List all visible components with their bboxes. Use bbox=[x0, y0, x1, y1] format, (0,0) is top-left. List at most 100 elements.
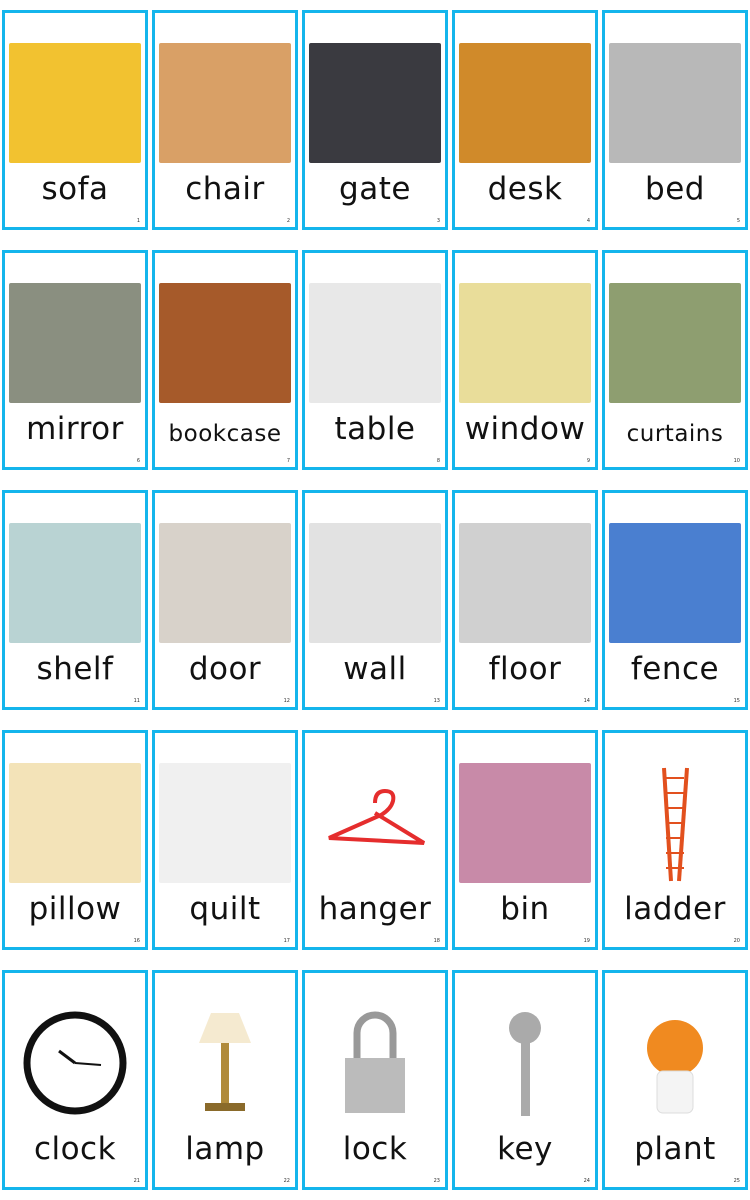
plant-image bbox=[609, 1003, 741, 1123]
card-number: 3 bbox=[436, 218, 440, 224]
card-number: 7 bbox=[286, 458, 290, 464]
flashcard-quilt: quilt 17 bbox=[152, 730, 298, 950]
card-word: table bbox=[334, 411, 416, 447]
flashcard-shelf: shelf 11 bbox=[2, 490, 148, 710]
clock-image bbox=[9, 1003, 141, 1123]
card-word: window bbox=[464, 411, 586, 447]
flashcard-floor: floor 14 bbox=[452, 490, 598, 710]
card-number: 6 bbox=[136, 458, 140, 464]
ladder-image bbox=[609, 763, 741, 883]
card-number: 1 bbox=[136, 218, 140, 224]
bookcase-image bbox=[159, 283, 291, 403]
card-number: 17 bbox=[283, 938, 290, 944]
card-word: floor bbox=[488, 651, 562, 687]
mirror-image bbox=[9, 283, 141, 403]
flashcard-ladder: ladder 20 bbox=[602, 730, 748, 950]
flashcard-hanger: hanger 18 bbox=[302, 730, 448, 950]
card-number: 13 bbox=[433, 698, 440, 704]
flashcard-desk: desk 4 bbox=[452, 10, 598, 230]
card-number: 15 bbox=[733, 698, 740, 704]
flashcard-lamp: lamp 22 bbox=[152, 970, 298, 1190]
card-word: gate bbox=[339, 171, 411, 207]
card-number: 24 bbox=[583, 1178, 590, 1184]
card-number: 20 bbox=[733, 938, 740, 944]
flashcard-clock: clock 21 bbox=[2, 970, 148, 1190]
flashcard-sofa: sofa 1 bbox=[2, 10, 148, 230]
key-image bbox=[459, 1003, 591, 1123]
card-word: door bbox=[188, 651, 262, 687]
card-number: 4 bbox=[586, 218, 590, 224]
shelf-image bbox=[9, 523, 141, 643]
bed-image bbox=[609, 43, 741, 163]
card-word: hanger bbox=[318, 891, 432, 927]
card-number: 16 bbox=[133, 938, 140, 944]
card-number: 10 bbox=[733, 458, 740, 464]
flashcard-bin: bin 19 bbox=[452, 730, 598, 950]
card-number: 25 bbox=[733, 1178, 740, 1184]
card-word: ladder bbox=[624, 891, 726, 927]
card-number: 19 bbox=[583, 938, 590, 944]
card-number: 9 bbox=[586, 458, 590, 464]
flashcard-window: window 9 bbox=[452, 250, 598, 470]
flashcard-key: key 24 bbox=[452, 970, 598, 1190]
table-image bbox=[309, 283, 441, 403]
card-word: bin bbox=[500, 891, 550, 927]
lamp-image bbox=[159, 1003, 291, 1123]
gate-image bbox=[309, 43, 441, 163]
flashcard-curtains: curtains 10 bbox=[602, 250, 748, 470]
flashcard-mirror: mirror 6 bbox=[2, 250, 148, 470]
card-word: desk bbox=[487, 171, 563, 207]
flashcard-door: door 12 bbox=[152, 490, 298, 710]
curtains-image bbox=[609, 283, 741, 403]
card-word: lock bbox=[342, 1131, 408, 1167]
bin-image bbox=[459, 763, 591, 883]
flashcard-gate: gate 3 bbox=[302, 10, 448, 230]
card-number: 5 bbox=[736, 218, 740, 224]
card-number: 2 bbox=[286, 218, 290, 224]
card-word: mirror bbox=[26, 411, 124, 447]
card-word: quilt bbox=[189, 891, 261, 927]
card-word: sofa bbox=[41, 171, 109, 207]
card-number: 23 bbox=[433, 1178, 440, 1184]
flashcard-wall: wall 13 bbox=[302, 490, 448, 710]
wall-image bbox=[309, 523, 441, 643]
window-image bbox=[459, 283, 591, 403]
card-word: plant bbox=[634, 1131, 716, 1167]
card-number: 21 bbox=[133, 1178, 140, 1184]
card-number: 22 bbox=[283, 1178, 290, 1184]
fence-image bbox=[609, 523, 741, 643]
card-word: lamp bbox=[185, 1131, 265, 1167]
card-word: clock bbox=[33, 1131, 117, 1167]
card-word: chair bbox=[185, 171, 265, 207]
quilt-image bbox=[159, 763, 291, 883]
flashcard-chair: chair 2 bbox=[152, 10, 298, 230]
flashcard-plant: plant 25 bbox=[602, 970, 748, 1190]
door-image bbox=[159, 523, 291, 643]
card-word: curtains bbox=[626, 421, 724, 447]
card-word: key bbox=[497, 1131, 553, 1167]
flashcard-lock: lock 23 bbox=[302, 970, 448, 1190]
card-word: bookcase bbox=[168, 421, 282, 447]
lock-image bbox=[309, 1003, 441, 1123]
flashcard-fence: fence 15 bbox=[602, 490, 748, 710]
flashcard-bookcase: bookcase 7 bbox=[152, 250, 298, 470]
flashcard-pillow: pillow 16 bbox=[2, 730, 148, 950]
sofa-image bbox=[9, 43, 141, 163]
chair-image bbox=[159, 43, 291, 163]
card-number: 14 bbox=[583, 698, 590, 704]
floor-image bbox=[459, 523, 591, 643]
card-number: 8 bbox=[436, 458, 440, 464]
pillow-image bbox=[9, 763, 141, 883]
card-number: 11 bbox=[133, 698, 140, 704]
card-word: fence bbox=[630, 651, 720, 687]
card-word: shelf bbox=[36, 651, 114, 687]
desk-image bbox=[459, 43, 591, 163]
card-word: bed bbox=[645, 171, 705, 207]
hanger-image bbox=[309, 763, 441, 883]
flashcard-bed: bed 5 bbox=[602, 10, 748, 230]
card-word: wall bbox=[343, 651, 407, 687]
card-number: 12 bbox=[283, 698, 290, 704]
card-number: 18 bbox=[433, 938, 440, 944]
flashcard-table: table 8 bbox=[302, 250, 448, 470]
card-word: pillow bbox=[28, 891, 122, 927]
